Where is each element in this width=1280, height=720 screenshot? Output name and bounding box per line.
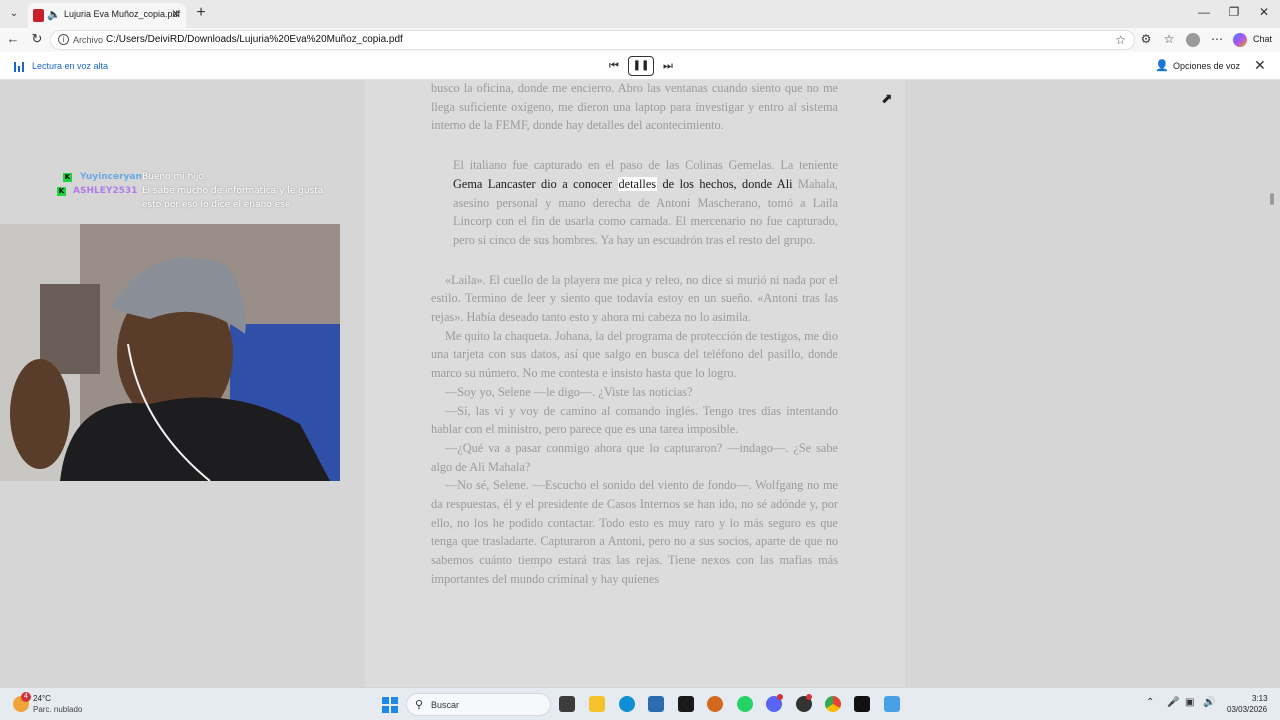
webcam-image — [0, 224, 340, 481]
restore-button[interactable]: ❐ — [1220, 5, 1248, 19]
page-text: busco la oficina, donde me encierro. Abr… — [431, 80, 838, 589]
network-icon[interactable]: ▣ — [1185, 697, 1194, 708]
tray-expand-icon[interactable]: ⌃ — [1146, 697, 1154, 708]
mouse-cursor-icon: ⬈ — [881, 90, 893, 106]
tab-pdf[interactable]: 🔈 Lujuria Eva Muñoz_copia.pdf ✕ — [28, 3, 186, 28]
current-sentence-end: de los hechos, donde Ali — [657, 176, 793, 191]
discord-notification-dot — [777, 694, 783, 700]
chat-message-continued: esto por eso lo dice el enano ese — [55, 199, 345, 213]
clock-time[interactable]: 3:13 — [1252, 694, 1268, 703]
pdf-page: busco la oficina, donde me encierro. Abr… — [365, 80, 905, 687]
chat-text: El sabe mucho de informatica y le gusta — [142, 186, 324, 196]
stream-chat-overlay: K Yuyinceryan Bueno mi hijo. K ASHLEY253… — [55, 171, 345, 213]
address-scheme: Archivo — [73, 35, 104, 45]
chat-message: K ASHLEY2531 El sabe mucho de informatic… — [55, 185, 345, 199]
chat-username: Yuyinceryan — [80, 172, 142, 182]
search-icon: ⚲ — [415, 699, 424, 711]
file-explorer-icon[interactable] — [589, 696, 605, 712]
paragraph: —Soy yo, Selene —le digo—. ¿Viste las no… — [445, 384, 693, 399]
paragraph: —No sé, Selene. —Escucho el sonido del v… — [431, 478, 838, 586]
new-tab-button[interactable]: + — [192, 4, 210, 22]
quote-paragraph: El italiano fue capturado en el paso de … — [453, 156, 838, 250]
pdf-icon — [33, 9, 44, 22]
address-bar-row: ← ↻ i Archivo C:/Users/DeiviRD/Downloads… — [0, 28, 1280, 52]
weather-temperature: 24°C — [33, 694, 51, 703]
tab-strip: ⌄ 🔈 Lujuria Eva Muñoz_copia.pdf ✕ + — ❐ … — [0, 0, 1280, 28]
weather-description: Parc. nublado — [33, 705, 83, 714]
clock-date[interactable]: 03/03/2026 — [1227, 705, 1267, 714]
kick-badge-icon: K — [63, 173, 72, 182]
quote-text: El italiano fue capturado en el paso de … — [453, 158, 838, 173]
address-bar[interactable]: i Archivo C:/Users/DeiviRD/Downloads/Luj… — [50, 30, 1135, 50]
task-view-icon[interactable] — [559, 696, 575, 712]
kick-badge-icon: K — [57, 187, 66, 196]
epic-games-icon[interactable] — [854, 696, 870, 712]
microsoft-store-icon[interactable] — [648, 696, 664, 712]
volume-icon[interactable]: 🔊 — [1203, 697, 1215, 708]
scrollbar-thumb[interactable] — [1270, 193, 1274, 205]
chat-text: Bueno mi hijo. — [142, 172, 207, 182]
windows-start-icon[interactable] — [382, 697, 398, 713]
whatsapp-icon[interactable] — [737, 696, 753, 712]
webcam-overlay — [0, 224, 340, 481]
info-icon[interactable]: i — [58, 34, 69, 45]
microphone-icon[interactable]: 🎤 — [1167, 697, 1179, 708]
chat-label: Chat — [1253, 34, 1273, 44]
close-window-button[interactable]: ✕ — [1250, 5, 1278, 19]
tab-actions-menu-button[interactable]: ⌄ — [4, 4, 24, 24]
obs-recording-dot — [806, 694, 812, 700]
voice-options-icon[interactable]: 👤 — [1155, 59, 1169, 72]
pause-button[interactable]: ❚❚ — [628, 56, 654, 76]
read-aloud-icon — [14, 60, 26, 72]
tab-title: Lujuria Eva Muñoz_copia.pdf — [64, 9, 181, 19]
tab-close-icon[interactable]: ✕ — [171, 7, 181, 21]
taskbar: 4 24°C Parc. nublado ⚲ Buscar ⌃ 🎤 ▣ 🔊 3:… — [0, 687, 1280, 720]
favorites-icon[interactable]: ☆ — [1160, 32, 1178, 46]
paragraph: Me quito la chaqueta. Johana, la del pro… — [431, 328, 838, 381]
chat-message: K Yuyinceryan Bueno mi hijo. — [55, 171, 345, 185]
speaker-icon[interactable]: 🔈 — [47, 8, 61, 21]
weather-badge: 4 — [21, 692, 31, 702]
edge-browser-icon[interactable] — [619, 696, 635, 712]
current-sentence-start: Gema Lancaster dio a conocer — [453, 176, 618, 191]
browser-app-icon[interactable] — [707, 696, 723, 712]
current-word-highlight: detalles — [617, 176, 658, 191]
paragraph: —¿Qué va a pasar conmigo ahora que lo ca… — [431, 440, 838, 474]
next-paragraph-button[interactable]: ⏭ — [660, 58, 676, 74]
chat-text: esto por eso lo dice el enano ese — [142, 200, 291, 210]
copilot-icon — [1233, 33, 1247, 47]
search-placeholder: Buscar — [431, 700, 460, 710]
screen: ⌄ 🔈 Lujuria Eva Muñoz_copia.pdf ✕ + — ❐ … — [0, 0, 1280, 720]
paragraph: —Sí, las vi y voy de camino al comando i… — [431, 403, 838, 437]
read-aloud-label: Lectura en voz alta — [32, 61, 109, 71]
address-url[interactable]: C:/Users/DeiviRD/Downloads/Lujuria%20Eva… — [106, 34, 403, 45]
more-menu-icon[interactable]: ⋯ — [1208, 32, 1226, 46]
taskbar-search[interactable]: ⚲ Buscar — [406, 693, 551, 716]
read-aloud-bar: Lectura en voz alta ⏮ ❚❚ ⏭ 👤 Opciones de… — [0, 52, 1280, 80]
current-sentence: Gema Lancaster dio a conocer detalles de… — [453, 176, 793, 191]
notepad-icon[interactable] — [884, 696, 900, 712]
minimize-button[interactable]: — — [1190, 5, 1218, 19]
paragraph: «Laila». El cuello de la playera me pica… — [431, 272, 838, 325]
chrome-icon[interactable] — [825, 696, 841, 712]
extensions-icon[interactable]: ⚙ — [1137, 32, 1155, 46]
profile-avatar[interactable] — [1186, 33, 1200, 47]
refresh-button[interactable]: ↻ — [28, 31, 46, 47]
capcut-icon[interactable] — [678, 696, 694, 712]
back-button[interactable]: ← — [4, 31, 22, 46]
previous-paragraph-button[interactable]: ⏮ — [606, 58, 622, 74]
read-aloud-close-icon[interactable]: ✕ — [1254, 57, 1266, 74]
paragraph: busco la oficina, donde me encierro. Abr… — [431, 81, 838, 133]
favorite-star-icon[interactable]: ☆ — [1115, 33, 1126, 47]
voice-options-button[interactable]: Opciones de voz — [1173, 61, 1240, 71]
chat-username: ASHLEY2531 — [73, 186, 138, 196]
